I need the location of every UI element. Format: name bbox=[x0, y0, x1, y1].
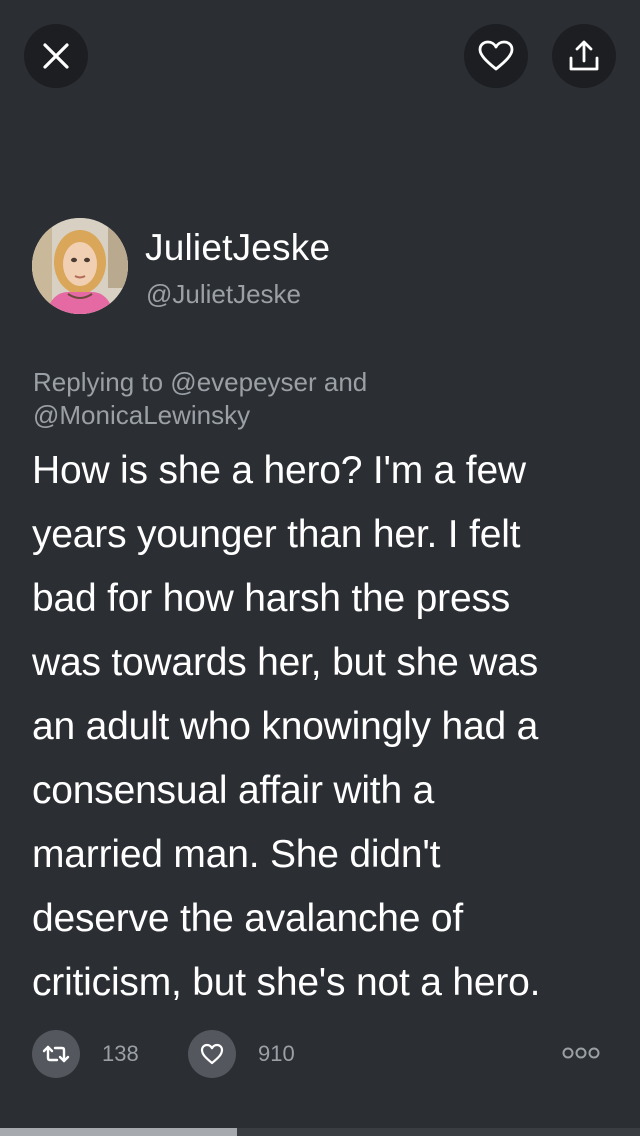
close-icon bbox=[42, 42, 70, 70]
more-icon[interactable] bbox=[562, 1044, 600, 1062]
tweet-body: How is she a hero? I'm a few years young… bbox=[32, 449, 541, 1004]
heart-icon bbox=[478, 40, 514, 72]
replying-to-text[interactable]: Replying to @evepeyser and @MonicaLewins… bbox=[33, 366, 593, 432]
share-button[interactable] bbox=[552, 24, 616, 88]
heart-icon bbox=[188, 1030, 236, 1078]
retweet-count: 138 bbox=[102, 1041, 139, 1066]
author-handle[interactable]: @JulietJeske bbox=[146, 277, 301, 311]
close-button[interactable] bbox=[24, 24, 88, 88]
progress-fill bbox=[0, 1128, 237, 1136]
like-button[interactable] bbox=[464, 24, 528, 88]
avatar[interactable] bbox=[32, 218, 128, 314]
like-count: 910 bbox=[258, 1041, 295, 1066]
author-display-name[interactable]: JulietJeske bbox=[145, 226, 330, 270]
tweet-viewer-screen: JulietJeske @JulietJeske Replying to @ev… bbox=[0, 0, 640, 1136]
like-count-button[interactable]: 910 bbox=[188, 1030, 295, 1078]
retweet-button[interactable]: 138 bbox=[32, 1030, 139, 1078]
share-icon bbox=[566, 38, 602, 74]
progress-bar bbox=[0, 1128, 640, 1136]
retweet-icon bbox=[32, 1030, 80, 1078]
